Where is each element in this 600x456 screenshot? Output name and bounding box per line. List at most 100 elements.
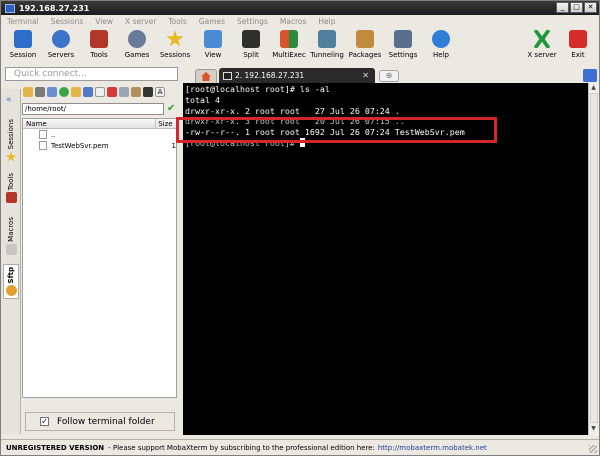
new-file-icon[interactable] [95,87,105,97]
sftp-panel: A /home/root/ ✔ Name Size .. TestWebSvr.… [21,85,178,435]
new-tab-button[interactable]: ⊕ [379,70,399,82]
macro-icon [5,243,17,255]
tools-icon [90,30,108,48]
home-icon[interactable] [35,87,45,97]
menu-macros[interactable]: Macros [280,17,307,26]
menu-bar: Terminal Sessions View X server Tools Ga… [1,15,599,27]
toolbar-session-button[interactable]: Session [4,28,42,64]
toolbar-view-button[interactable]: View [194,28,232,64]
search-icon[interactable] [119,87,129,97]
go-check-icon[interactable]: ✔ [167,103,175,114]
servers-icon [52,30,70,48]
side-tab-tools[interactable]: Tools [3,173,19,204]
toolbar-games-button[interactable]: Games [118,28,156,64]
tools-icon [5,192,17,204]
tunneling-icon [318,30,336,48]
toolbar-settings-button[interactable]: Settings [384,28,422,64]
file-icon [39,141,47,150]
file-row[interactable]: .. [23,129,176,140]
folder-icon[interactable] [71,87,81,97]
close-button[interactable]: ✕ [584,2,597,13]
menu-settings[interactable]: Settings [237,17,268,26]
session-icon [14,30,32,48]
sftp-icon [5,285,17,297]
follow-terminal-folder[interactable]: ✓ Follow terminal folder [25,412,175,431]
terminal-tabs-bar: 2. 192.168.27.231 ✕ ⊕ [183,67,599,83]
app-window: 192.168.27.231 _ □ ✕ Terminal Sessions V… [0,0,600,456]
menu-tools[interactable]: Tools [168,17,186,26]
folder-up-icon [39,130,47,139]
unregistered-label: UNREGISTERED VERSION [6,443,105,452]
toolbar-tunneling-button[interactable]: Tunneling [308,28,346,64]
split-icon [242,30,260,48]
menu-xserver[interactable]: X server [125,17,156,26]
menu-sessions[interactable]: Sessions [51,17,84,26]
collapse-arrow-icon[interactable]: « [6,95,12,105]
attach-icon[interactable] [583,69,597,82]
mobatek-link[interactable]: http://mobaxterm.mobatek.net [378,444,487,452]
terminal-tab-active[interactable]: 2. 192.168.27.231 ✕ [219,68,375,83]
quick-connect-input[interactable]: Quick connect... [5,67,178,81]
star-icon [5,151,17,162]
scroll-up-icon[interactable]: ▲ [589,84,598,93]
delete-icon[interactable] [107,87,117,97]
toolbar-exit-button[interactable]: Exit [559,28,597,64]
sftp-file-list: Name Size .. TestWebSvr.pem 1 [22,118,177,398]
tab-close-icon[interactable]: ✕ [362,71,369,80]
terminal-tab-label: 2. 192.168.27.231 [235,71,305,80]
title-bar: 192.168.27.231 _ □ ✕ [1,1,599,15]
xserver-icon [533,30,551,48]
toolbar-tools-button[interactable]: Tools [80,28,118,64]
upload-icon[interactable] [47,87,57,97]
scroll-down-icon[interactable]: ▼ [589,425,598,434]
toolbar-multiexec-button[interactable]: MultiExec [270,28,308,64]
exit-icon [569,30,587,48]
toolbar-servers-button[interactable]: Servers [42,28,80,64]
edit-icon[interactable] [131,87,141,97]
app-icon [5,3,15,13]
file-row[interactable]: TestWebSvr.pem 1 [23,140,176,151]
follow-checkbox[interactable]: ✓ [40,417,49,426]
column-name[interactable]: Name [23,119,157,128]
support-text: - Please support MobaXterm by subscribin… [108,443,375,452]
resize-grip[interactable] [589,445,597,453]
refresh-icon[interactable] [59,87,69,97]
packages-icon [356,30,374,48]
highlight-box [176,117,497,143]
terminal-line: [root@localhost root]# ls -al [185,84,330,94]
main-toolbar: Session Servers Tools Games Sessions Vie… [1,28,599,64]
side-tab-sftp[interactable]: Sftp [3,264,19,300]
folder-up-icon[interactable] [23,87,33,97]
side-tab-sessions[interactable]: Sessions [3,119,19,162]
toolbar-sessions-button[interactable]: Sessions [156,28,194,64]
terminal-scrollbar[interactable]: ▲ ▼ [588,83,599,435]
sessions-star-icon [166,30,184,47]
minimize-button[interactable]: _ [556,2,569,13]
bookmark-icon[interactable] [83,87,93,97]
terminal-line: total 4 [185,94,220,105]
scroll-thumb[interactable] [590,93,598,423]
home-tab[interactable] [195,69,217,83]
file-list-header: Name Size [23,119,176,129]
home-icon [201,72,211,81]
side-tab-macros[interactable]: Macros [3,217,19,255]
toolbar-help-button[interactable]: Help [422,28,460,64]
column-size[interactable]: Size [156,119,176,128]
menu-terminal[interactable]: Terminal [7,17,39,26]
toolbar-xserver-button[interactable]: X server [523,28,561,64]
help-icon [432,30,450,48]
menu-games[interactable]: Games [199,17,225,26]
toolbar-split-button[interactable]: Split [232,28,270,64]
sftp-toolbar: A [23,87,165,97]
settings-icon [394,30,412,48]
terminal-icon[interactable] [143,87,153,97]
terminal-line: drwxr-xr-x. 2 root root 27 Jul 26 07:24 … [185,105,400,116]
sftp-path-input[interactable]: /home/root/ [22,103,164,115]
toolbar-packages-button[interactable]: Packages [346,28,384,64]
menu-view[interactable]: View [95,17,113,26]
text-icon[interactable]: A [155,87,165,97]
maximize-button[interactable]: □ [570,2,583,13]
status-bar: UNREGISTERED VERSION - Please support Mo… [1,439,599,455]
multiexec-icon [280,30,298,48]
menu-help[interactable]: Help [318,17,335,26]
